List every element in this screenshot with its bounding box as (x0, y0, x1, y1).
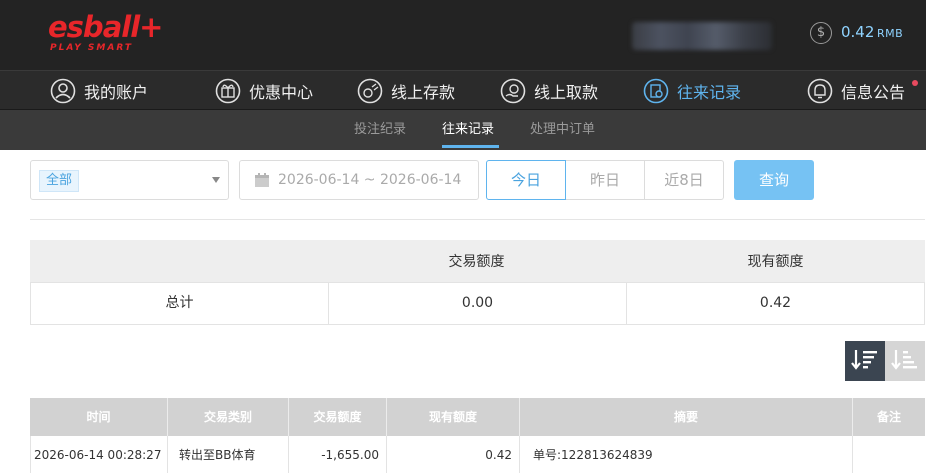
transaction-type-select[interactable]: 全部 (30, 160, 229, 200)
cell-note (854, 436, 924, 473)
cell-balance: 0.42 (485, 448, 512, 462)
column-header-amount: 交易额度 (313, 410, 362, 424)
column-header-time: 时间 (86, 410, 111, 424)
summary-total-amount: 0.00 (461, 295, 494, 311)
nav-label: 往来记录 (677, 83, 742, 102)
records-header: 时间 交易类别 交易额度 现有额度 摘要 备注 (30, 398, 925, 436)
tab-bet-records[interactable]: 投注纪录 (354, 110, 406, 150)
logo-text: esball+ (48, 10, 163, 44)
date-range-picker[interactable]: 2026-06-14 ~ 2026-06-14 (239, 160, 479, 200)
sort-desc-icon (851, 347, 879, 375)
calendar-icon (254, 172, 270, 188)
nav-label: 优惠中心 (249, 83, 314, 102)
summary-total-label: 总计 (165, 295, 194, 311)
cell-summary: 单号:122813624839 (533, 448, 653, 462)
nav-label: 线上存款 (391, 83, 456, 102)
top-bar: esball+ PLAY SMART $ 0.42 RMB (0, 0, 926, 70)
balance-amount: 0.42 (841, 23, 875, 41)
column-header-note: 备注 (876, 410, 901, 424)
nav-item-my-account[interactable]: 我的账户 (50, 71, 148, 111)
sort-ascending-button[interactable] (885, 341, 925, 381)
dollar-icon: $ (810, 22, 832, 44)
divider (30, 219, 925, 220)
summary-header: 交易额度 现有额度 (30, 240, 925, 282)
nav-label: 我的账户 (84, 83, 149, 102)
records-icon (643, 78, 669, 104)
tab-transaction-records[interactable]: 往来记录 (442, 110, 494, 150)
summary-current-balance: 0.42 (759, 295, 792, 311)
summary-header-label (30, 240, 327, 282)
bell-icon (807, 78, 833, 104)
logo-tagline: PLAY SMART (50, 43, 133, 53)
summary-row: 总计 0.00 0.42 (30, 282, 925, 325)
nav-item-online-deposit[interactable]: 线上存款 (357, 71, 455, 111)
column-divider (852, 436, 853, 473)
column-divider (519, 436, 520, 473)
selected-type-tag: 全部 (39, 170, 80, 192)
summary-header-amount: 交易额度 (448, 254, 505, 270)
sort-asc-icon (891, 347, 919, 375)
summary-header-balance: 现有额度 (747, 254, 804, 270)
yesterday-button[interactable]: 昨日 (565, 160, 645, 200)
sort-descending-button[interactable] (845, 341, 885, 381)
cell-time: 2026-06-14 00:28:27 (34, 448, 162, 462)
sub-nav: 投注纪录 往来记录 处理中订单 (0, 110, 926, 150)
notification-dot (912, 80, 918, 86)
gift-icon (215, 78, 241, 104)
nav-label: 信息公告 (841, 83, 906, 102)
last-8-days-button[interactable]: 近8日 (644, 160, 724, 200)
main-nav: 我的账户 优惠中心 线上存款 线上取款 往来记录 信息公告 (0, 70, 926, 110)
cell-type: 转出至BB体育 (179, 448, 256, 462)
balance-currency: RMB (877, 27, 904, 40)
caret-down-icon (212, 177, 220, 183)
column-divider (386, 436, 387, 473)
nav-item-online-withdraw[interactable]: 线上取款 (500, 71, 598, 111)
cell-amount: -1,655.00 (321, 448, 379, 462)
nav-item-announcements[interactable]: 信息公告 (807, 71, 905, 111)
brand-logo[interactable]: esball+ PLAY SMART (48, 10, 163, 58)
nav-item-transaction-records[interactable]: 往来记录 (643, 71, 741, 111)
date-range-text: 2026-06-14 ~ 2026-06-14 (278, 172, 462, 188)
column-header-summary: 摘要 (673, 410, 698, 424)
active-tab-indicator (442, 145, 499, 148)
tab-pending-orders[interactable]: 处理中订单 (530, 110, 595, 150)
nav-label: 线上取款 (534, 83, 599, 102)
column-divider (167, 436, 168, 473)
nav-item-promotions[interactable]: 优惠中心 (215, 71, 313, 111)
user-icon (50, 78, 76, 104)
column-divider (288, 436, 289, 473)
column-header-balance: 现有额度 (428, 410, 477, 424)
blurred-username (632, 22, 772, 50)
deposit-icon (357, 78, 383, 104)
column-header-type: 交易类别 (203, 410, 252, 424)
table-row: 2026-06-14 00:28:27 转出至BB体育 -1,655.00 0.… (30, 436, 925, 473)
today-button[interactable]: 今日 (486, 160, 566, 200)
withdraw-icon (500, 78, 526, 104)
query-button[interactable]: 查询 (734, 160, 814, 200)
